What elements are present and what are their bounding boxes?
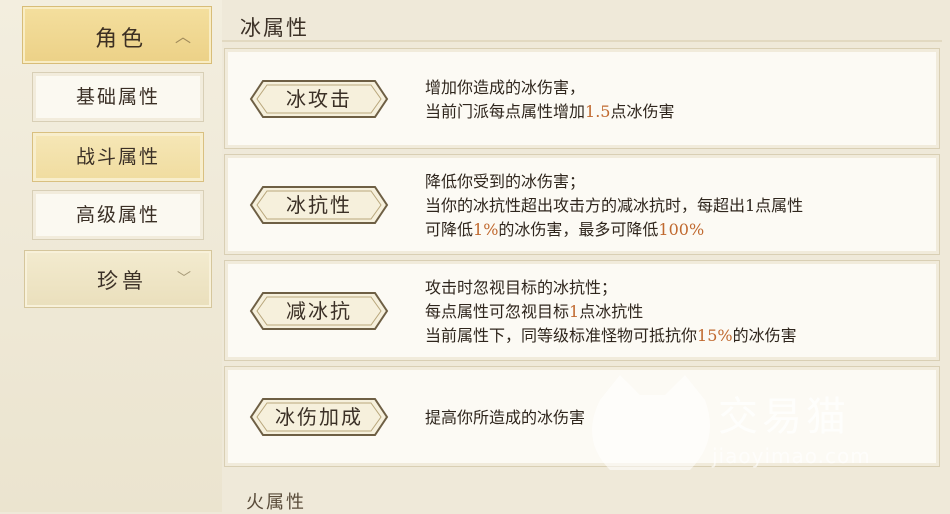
highlight-value: 100% <box>658 220 705 239</box>
watermark-url: jiaoyimao.com <box>712 444 871 468</box>
attribute-description-line: 增加你造成的冰伤害， <box>425 76 585 100</box>
section-divider <box>222 40 942 42</box>
description-text: 当前属性下，同等级标准怪物可抵抗你 <box>425 326 698 345</box>
highlight-value: 1% <box>473 220 499 239</box>
description-text: 的冰伤害 <box>732 326 797 345</box>
description-text: 增加你造成的冰伤害， <box>425 78 586 97</box>
nav-treasure-label: 珍兽 <box>97 269 147 293</box>
description-text: 的冰伤害，最多可降低 <box>498 220 659 239</box>
attribute-description-line: 当前属性下，同等级标准怪物可抵抗你15%的冰伤害 <box>425 324 797 348</box>
attribute-description-line: 提高你所造成的冰伤害 <box>425 406 585 430</box>
highlight-value: 1 <box>569 302 580 321</box>
attribute-card: 减冰抗 攻击时忽视目标的冰抗性； 每点属性可忽视目标1点冰抗性 当前属性下，同等级标准… <box>224 260 940 361</box>
description-text: 每点属性可忽视目标 <box>425 302 570 321</box>
watermark-cat-logo-icon <box>592 375 710 470</box>
attribute-badge-label: 冰抗性 <box>286 193 352 217</box>
nav-category-character[interactable]: 角色 ︿ <box>22 6 212 64</box>
attribute-description-line: 当你的冰抗性超出攻击方的减冰抗时，每超出1点属性 <box>425 194 803 218</box>
sidebar-item-basic-attributes[interactable]: 基础属性 <box>32 72 204 122</box>
attribute-badge: 冰伤加成 <box>249 397 389 437</box>
sidebar-item-advanced-attributes[interactable]: 高级属性 <box>32 190 204 240</box>
attribute-card: 冰攻击 增加你造成的冰伤害， 当前门派每点属性增加1.5点冰伤害 <box>224 48 940 149</box>
description-text: 攻击时忽视目标的冰抗性； <box>425 278 618 297</box>
chevron-down-icon: ﹀ <box>177 271 191 287</box>
attribute-badge: 冰抗性 <box>249 185 389 225</box>
attribute-badge: 减冰抗 <box>249 291 389 331</box>
attribute-card: 冰抗性 降低你受到的冰伤害； 当你的冰抗性超出攻击方的减冰抗时，每超出1点属性 可降低… <box>224 154 940 255</box>
highlight-value: 1.5 <box>585 102 611 121</box>
section-title: 冰属性 <box>240 16 309 40</box>
description-text: 提高你所造成的冰伤害 <box>425 408 586 427</box>
description-text: 降低你受到的冰伤害； <box>425 172 586 191</box>
nav-category-label: 角色 <box>95 27 148 52</box>
attribute-description-line: 攻击时忽视目标的冰抗性； <box>425 276 617 300</box>
attribute-badge-label: 冰攻击 <box>286 87 352 111</box>
next-section-title: 火属性 <box>246 492 306 513</box>
description-text: 当前门派每点属性增加 <box>425 102 586 121</box>
sidebar: 角色 ︿ 基础属性 战斗属性 高级属性 珍兽 ﹀ <box>0 0 222 512</box>
attribute-description-line: 当前门派每点属性增加1.5点冰伤害 <box>425 100 674 124</box>
attribute-badge-label: 减冰抗 <box>286 299 352 323</box>
chevron-up-icon: ︿ <box>174 27 191 46</box>
description-text: 点冰伤害 <box>610 102 675 121</box>
description-text: 当你的冰抗性超出攻击方的减冰抗时，每超出1点属性 <box>425 196 804 215</box>
sidebar-item-combat-attributes[interactable]: 战斗属性 <box>32 132 204 182</box>
attribute-badge: 冰攻击 <box>249 79 389 119</box>
attribute-description-line: 每点属性可忽视目标1点冰抗性 <box>425 300 643 324</box>
attribute-badge-label: 冰伤加成 <box>275 405 363 429</box>
highlight-value: 15% <box>697 326 733 345</box>
nav-category-treasure[interactable]: 珍兽 ﹀ <box>24 250 212 308</box>
description-text: 点冰抗性 <box>579 302 644 321</box>
attribute-description-line: 可降低1%的冰伤害，最多可降低100% <box>425 218 704 242</box>
description-text: 可降低 <box>425 220 474 239</box>
watermark-text: 交易猫 <box>718 394 850 440</box>
attribute-description-line: 降低你受到的冰伤害； <box>425 170 585 194</box>
